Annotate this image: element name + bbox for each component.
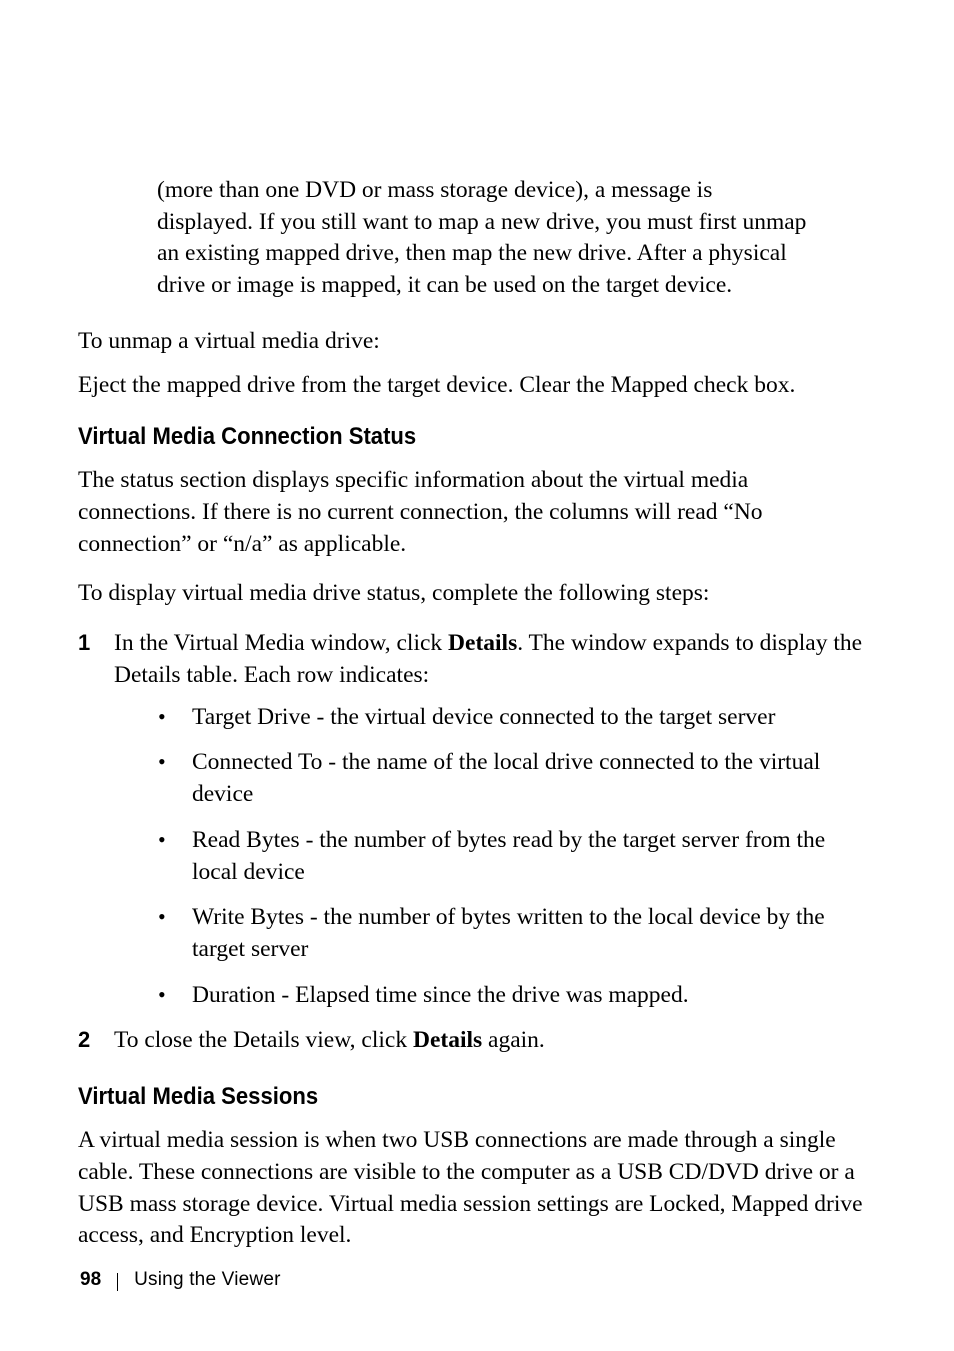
- bullet-target-drive: Target Drive - the virtual device connec…: [152, 702, 870, 734]
- heading-virtual-media-sessions: Virtual Media Sessions: [78, 1083, 807, 1111]
- bullet-write-bytes: Write Bytes - the number of bytes writte…: [152, 902, 870, 965]
- page-footer: 98 Using the Viewer: [80, 1269, 281, 1291]
- step-1: 1 In the Virtual Media window, click Det…: [78, 628, 870, 1011]
- step-number-1: 1: [78, 628, 90, 658]
- footer-section-title: Using the Viewer: [134, 1269, 280, 1291]
- bullet-duration: Duration - Elapsed time since the drive …: [152, 980, 870, 1012]
- step-2-prefix: To close the Details view, click: [114, 1027, 413, 1053]
- intro-indented-paragraph: (more than one DVD or mass storage devic…: [157, 175, 810, 302]
- step-1-text: In the Virtual Media window, click Detai…: [114, 630, 862, 688]
- step-2-text: To close the Details view, click Details…: [114, 1027, 545, 1053]
- sessions-paragraph: A virtual media session is when two USB …: [78, 1125, 870, 1252]
- eject-instruction-line: Eject the mapped drive from the target d…: [78, 370, 870, 402]
- status-steps-intro: To display virtual media drive status, c…: [78, 578, 870, 610]
- unmap-intro-line: To unmap a virtual media drive:: [78, 326, 870, 358]
- bullet-read-bytes: Read Bytes - the number of bytes read by…: [152, 825, 870, 888]
- step-2-suffix: again.: [482, 1027, 545, 1053]
- page-container: (more than one DVD or mass storage devic…: [0, 0, 954, 1351]
- step-number-2: 2: [78, 1025, 90, 1055]
- step-2: 2 To close the Details view, click Detai…: [78, 1025, 870, 1057]
- page-number: 98: [80, 1269, 101, 1291]
- status-description-paragraph: The status section displays specific inf…: [78, 465, 870, 560]
- details-bold-1: Details: [448, 630, 517, 656]
- details-bullet-list: Target Drive - the virtual device connec…: [152, 702, 870, 1012]
- heading-connection-status: Virtual Media Connection Status: [78, 423, 807, 451]
- numbered-steps-list: 1 In the Virtual Media window, click Det…: [78, 628, 870, 1057]
- footer-divider: [117, 1273, 118, 1291]
- details-bold-2: Details: [413, 1027, 482, 1053]
- step-1-prefix: In the Virtual Media window, click: [114, 630, 448, 656]
- bullet-connected-to: Connected To - the name of the local dri…: [152, 747, 870, 810]
